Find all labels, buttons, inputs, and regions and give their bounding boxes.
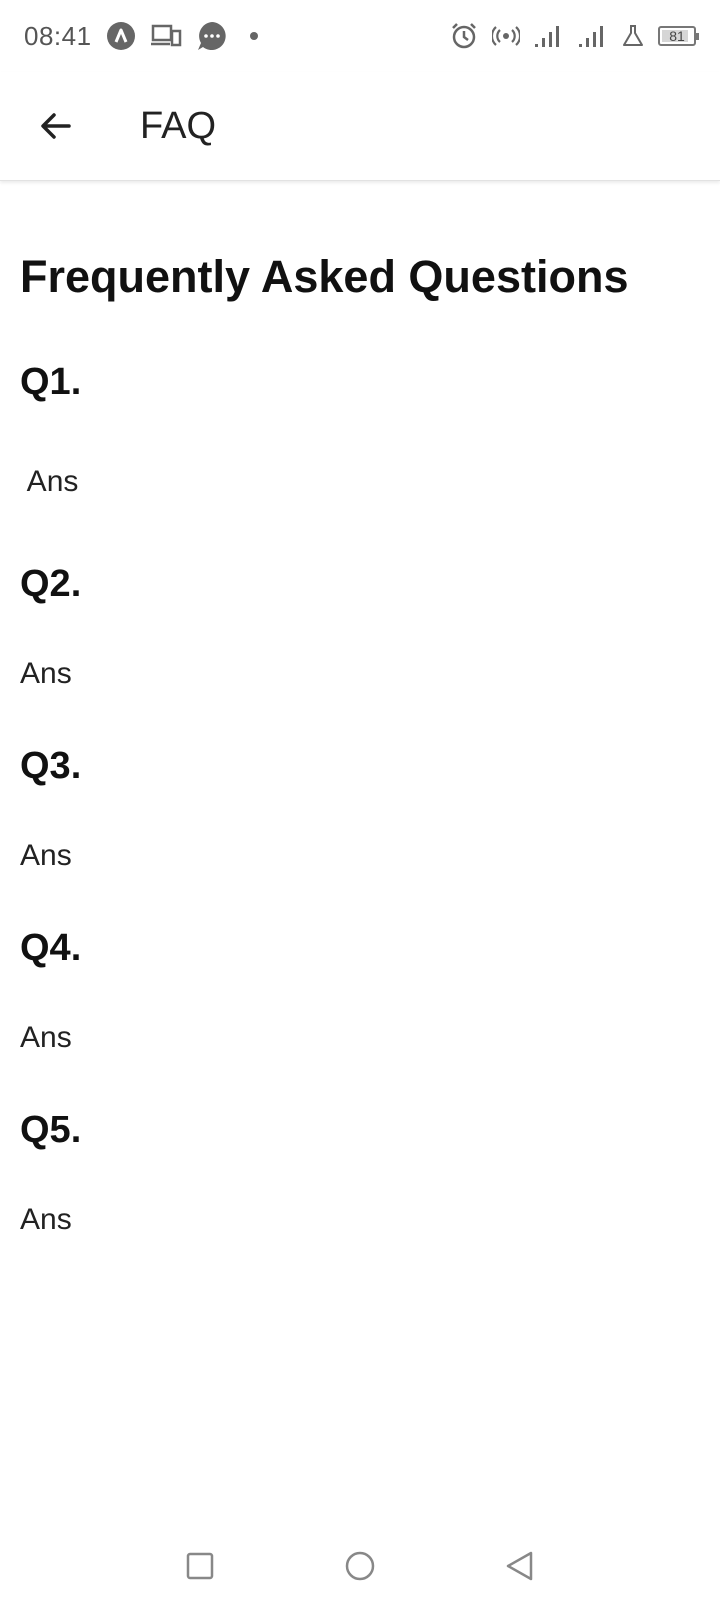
faq-item: Q5. Ans <box>20 1111 700 1235</box>
faq-answer: Ans <box>20 1021 72 1054</box>
home-circle-icon <box>345 1551 375 1581</box>
faq-question: Q4. <box>20 927 82 969</box>
hotspot-icon <box>492 24 520 48</box>
recents-button[interactable] <box>170 1536 230 1596</box>
faq-item: Q1. Ans <box>20 363 700 497</box>
home-button[interactable] <box>330 1536 390 1596</box>
faq-item: Q3. Ans <box>20 747 700 871</box>
back-triangle-icon <box>506 1551 533 1581</box>
back-button[interactable] <box>28 98 84 154</box>
faq-item: Q2. Ans <box>20 565 700 689</box>
battery-icon: 81 <box>658 26 699 46</box>
page-title: Frequently Asked Questions <box>20 251 629 302</box>
devices-icon <box>150 23 182 49</box>
system-back-button[interactable] <box>490 1536 550 1596</box>
faq-question: Q2. <box>20 563 82 605</box>
faq-question: Q1. <box>20 361 82 403</box>
alarm-icon <box>450 22 478 50</box>
signal-icon <box>578 24 608 48</box>
faq-answer: Ans <box>20 839 72 872</box>
system-nav-bar <box>0 1520 720 1612</box>
faq-content: Frequently Asked Questions Q1. Ans Q2. A… <box>20 230 700 1235</box>
arrow-left-icon <box>41 113 71 139</box>
notification-dot <box>249 32 258 40</box>
status-bar-left: 08:41 <box>24 20 258 52</box>
lab-icon <box>622 24 644 48</box>
recents-square-icon <box>186 1552 214 1580</box>
signal-icon <box>534 24 564 48</box>
faq-answer: Ans <box>20 657 72 690</box>
app-a-icon <box>106 21 136 51</box>
faq-answer: Ans <box>20 1203 72 1236</box>
app-bar: FAQ <box>0 72 720 181</box>
status-bar: 08:41 81 <box>0 0 720 72</box>
app-bar-title: FAQ <box>140 104 217 147</box>
faq-question: Q5. <box>20 1109 82 1151</box>
faq-item: Q4. Ans <box>20 929 700 1053</box>
status-bar-right: 81 <box>450 22 699 50</box>
faq-question: Q3. <box>20 745 82 787</box>
battery-level: 81 <box>669 28 685 44</box>
faq-answer: Ans <box>20 465 79 498</box>
status-time: 08:41 <box>24 20 92 51</box>
chat-bubble-icon <box>196 20 228 52</box>
